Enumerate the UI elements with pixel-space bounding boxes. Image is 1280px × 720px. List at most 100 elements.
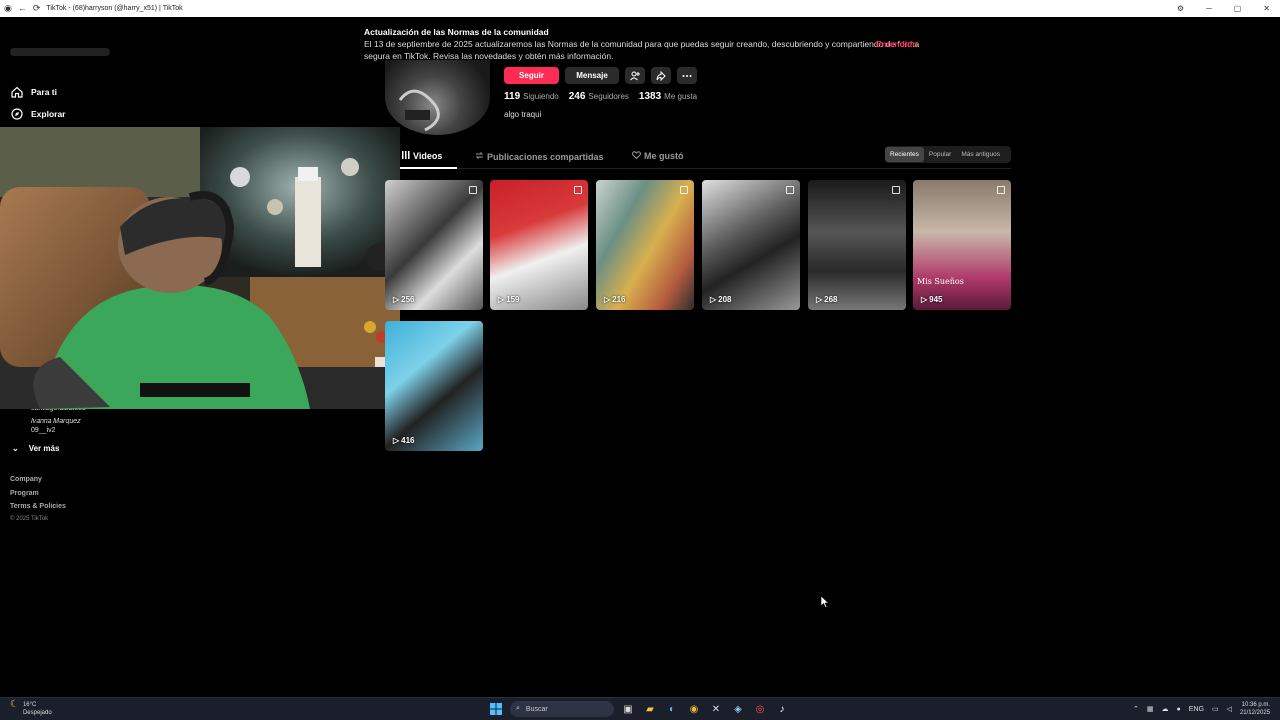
compass-icon [10,107,23,120]
tiktok-icon[interactable]: ♪ [774,701,790,717]
copyright: © 2025 TikTok [10,516,49,522]
likes-count: 1383 [638,91,662,102]
followers-count: 246 [568,91,586,102]
moon-icon: ☾ [10,699,19,710]
following-count: 119 [504,91,521,102]
video-thumbnail[interactable]: ▷ 416 [385,321,483,451]
play-icon: ▷ [604,295,611,304]
carousel-icon [997,186,1005,194]
followers-stat[interactable]: 246 Seguidores [569,91,629,102]
webcam-overlay [0,127,400,409]
play-icon: ▷ [393,436,400,445]
clock[interactable]: 10:36 p.m. 21/12/2025 [1240,701,1270,717]
minimize-icon[interactable]: ─ [1206,4,1212,13]
community-guidelines-banner: Actualización de las Normas de la comuni… [364,26,924,62]
footer-links: Company Program Terms & Policies [10,476,66,517]
chevron-up-icon[interactable]: ⌃ [1133,705,1139,713]
see-more-button[interactable]: ⌄ Ver más [12,444,59,453]
tab-shared-posts[interactable]: Publicaciones compartidas [475,151,604,162]
footer-link-company[interactable]: Company [10,476,66,490]
profile-stats: 119 Siguiendo 246 Seguidores 1383 Me gusta [504,91,697,102]
window-title: TikTok - (68)harryson (@harry_x51) | Tik… [46,5,183,12]
capcut-icon[interactable]: ✕ [708,701,724,717]
volume-icon[interactable]: ◁ [1227,705,1232,713]
back-icon[interactable]: ← [18,3,27,14]
banner-ok-button[interactable]: Entendido [876,39,918,49]
video-thumbnail[interactable]: ▷ 216 [596,180,694,310]
repost-icon [475,151,484,162]
weather-condition: Despejado [22,710,52,716]
view-count: ▷ 416 [393,436,415,445]
carousel-icon [892,186,900,194]
maximize-icon[interactable]: ▢ [1234,4,1242,13]
view-count: ▷ 256 [393,295,415,304]
play-icon: ▷ [498,295,505,304]
network-icon[interactable]: ▭ [1212,705,1219,713]
more-options-icon[interactable] [677,67,697,84]
windows-taskbar: ☾ 16°C Despejado ⌕ Buscar ▣ ▰ ◐ ◉ ✕ ◈ ◎ … [0,697,1280,720]
taskbar-search[interactable]: ⌕ Buscar [510,701,614,717]
tab-liked[interactable]: Me gustó [632,151,684,161]
onedrive-icon[interactable]: ☁ [1162,705,1169,713]
banner-text: El 13 de septiembre de 2025 actualizarem… [364,39,920,61]
video-thumbnail[interactable]: Mis Sueños ▷ 945 [913,180,1011,310]
video-thumbnail[interactable]: ▷ 208 [702,180,800,310]
video-thumbnail[interactable]: ▷ 256 [385,180,483,310]
message-button[interactable]: Mensaje [565,67,619,84]
play-icon: ▷ [921,295,928,304]
weather-widget[interactable]: ☾ 16°C Despejado [10,699,52,717]
sort-oldest[interactable]: Más antiguos [956,147,1005,162]
app-icon: ◉ [4,3,12,13]
clock-date: 21/12/2025 [1239,710,1270,716]
search-icon: ⌕ [516,705,520,712]
share-icon[interactable] [651,67,671,84]
following-account[interactable]: 𝐼𝑣𝑎𝑛𝑛𝑎 𝑀𝑎𝑟𝑞𝑢𝑒𝑧 [31,418,81,426]
close-icon[interactable]: ✕ [1263,4,1270,13]
task-view-icon[interactable]: ▣ [620,701,636,717]
microphone-icon[interactable]: ● [1177,706,1181,713]
add-friend-icon[interactable] [625,67,645,84]
likes-stat: 1383 Me gusta [639,91,697,102]
sort-recent[interactable]: Recientes [885,147,924,162]
chrome-icon[interactable]: ◉ [686,701,702,717]
weather-temp: 16°C [22,702,37,708]
reload-icon[interactable]: ⟳ [33,3,41,14]
sidebar-item-label: Para ti [31,86,57,97]
likes-label: Me gusta [664,92,698,101]
language-indicator[interactable]: ENG [1189,706,1204,713]
view-count: ▷ 945 [921,295,943,304]
video-caption: Mis Sueños [917,277,964,286]
view-count: ▷ 268 [816,295,838,304]
windows-start-icon[interactable] [488,701,504,717]
following-account[interactable]: 09__iv2 [31,427,56,434]
browser-titlebar: ◉ ← ⟳ TikTok - (68)harryson (@harry_x51)… [0,0,1280,17]
file-explorer-icon[interactable]: ▰ [642,701,658,717]
system-tray: ⌃ ▦ ☁ ● ENG ▭ ◁ 10:36 p.m. 21/12/2025 [1133,701,1270,717]
follow-button[interactable]: Seguir [504,67,559,84]
profile-avatar[interactable] [385,60,490,135]
sidebar-item-para-ti[interactable]: Para ti [10,85,57,98]
settings-icon[interactable]: ⚙ [1177,4,1184,13]
app-tray-icon[interactable]: ▦ [1147,705,1154,713]
following-stat[interactable]: 119 Siguiendo [504,91,559,102]
sidebar-item-explorar[interactable]: Explorar [10,107,66,120]
video-thumbnail[interactable]: ▷ 268 [808,180,906,310]
carousel-icon [786,186,794,194]
profile-actions: Seguir Mensaje [504,67,697,84]
footer-link-terms[interactable]: Terms & Policies [10,503,66,517]
edge-icon[interactable]: ◐ [664,701,680,717]
tabs-divider [400,168,1011,169]
sidebar-search-box[interactable] [10,48,110,56]
sort-popular[interactable]: Popular [924,147,956,162]
opera-gx-icon[interactable]: ◎ [752,701,768,717]
mouse-cursor-icon [820,595,830,611]
carousel-icon [680,186,688,194]
video-thumbnail[interactable]: ▷ 159 [490,180,588,310]
view-count: ▷ 216 [604,295,626,304]
taskbar-search-placeholder: Buscar [525,705,548,713]
heart-icon [632,151,641,161]
steam-icon[interactable]: ◈ [730,701,746,717]
tab-videos[interactable]: Videos [402,151,442,161]
footer-link-program[interactable]: Program [10,490,66,504]
clock-time: 10:36 p.m. [1241,702,1270,708]
